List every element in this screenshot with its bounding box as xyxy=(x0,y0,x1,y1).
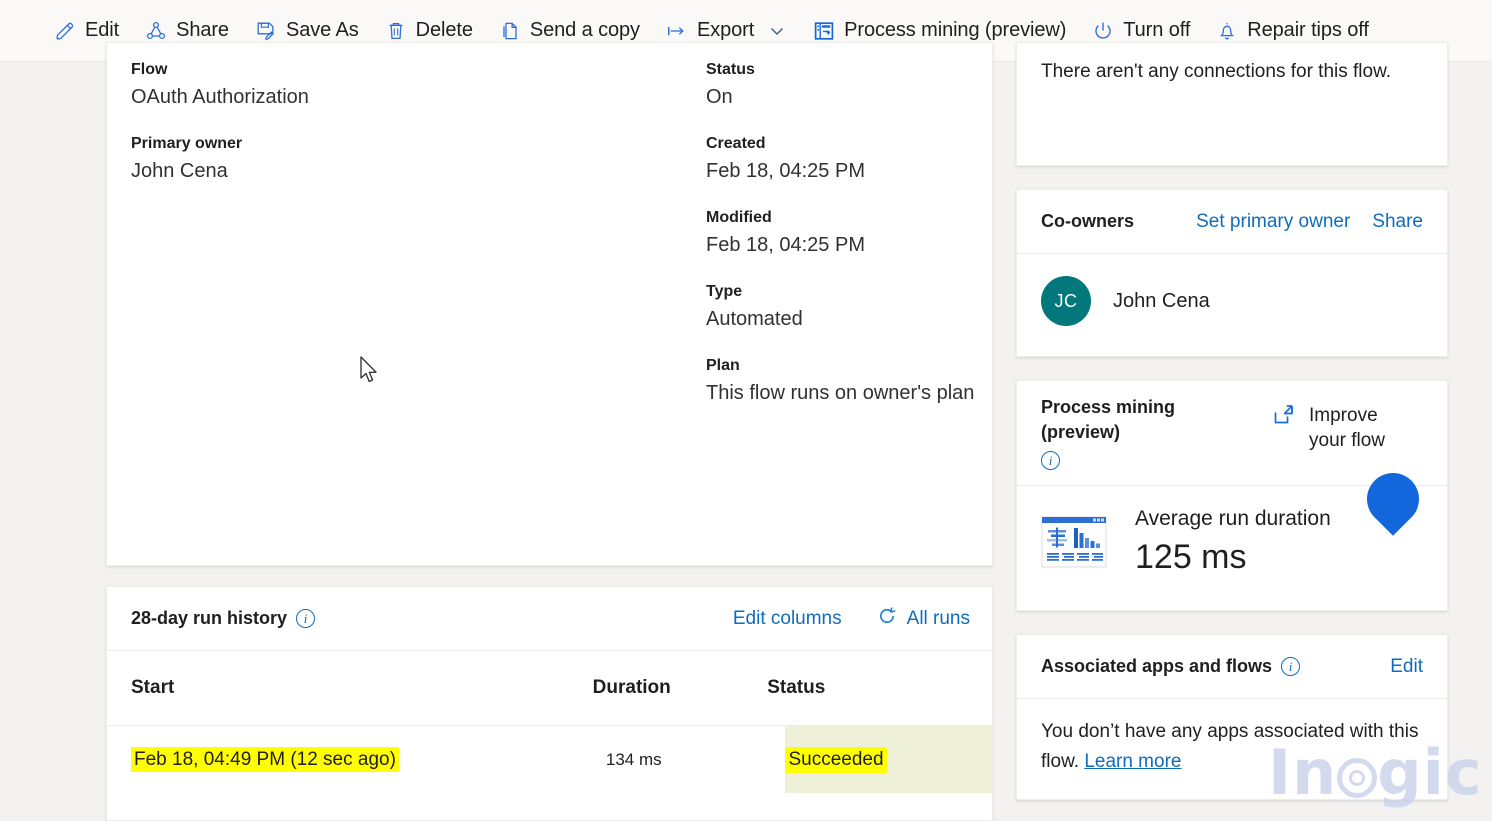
process-mining-header: Process mining (preview) i Improve your … xyxy=(1017,381,1447,486)
copy-icon xyxy=(499,20,521,42)
field-status-value: On xyxy=(706,86,733,108)
field-created-value: Feb 18, 04:25 PM xyxy=(706,160,865,182)
cell-status: Succeeded xyxy=(785,726,992,793)
field-type: Type Automated xyxy=(706,281,976,334)
field-created-label: Created xyxy=(706,135,766,152)
field-modified-label: Modified xyxy=(706,209,772,226)
cell-start[interactable]: Feb 18, 04:49 PM (12 sec ago) xyxy=(131,746,606,772)
table-header-row: Start Duration Status xyxy=(107,651,992,725)
process-mining-label: Process mining (preview) xyxy=(844,19,1067,41)
export-icon xyxy=(666,20,688,42)
field-modified: Modified Feb 18, 04:25 PM xyxy=(706,207,976,260)
process-mining-title-wrap: Process mining (preview) i xyxy=(1041,395,1241,470)
run-start-value: Feb 18, 04:49 PM (12 sec ago) xyxy=(131,746,399,772)
cell-duration: 134 ms xyxy=(606,750,786,770)
process-mining-title: Process mining (preview) xyxy=(1041,397,1176,442)
connections-empty-text: There aren't any connections for this fl… xyxy=(1041,61,1392,82)
process-mining-icon xyxy=(813,20,835,42)
process-mining-panel: Process mining (preview) i Improve your … xyxy=(1016,380,1448,611)
turn-off-label: Turn off xyxy=(1123,19,1191,41)
save-as-icon xyxy=(255,20,277,42)
right-rail: There aren't any connections for this fl… xyxy=(1016,42,1448,821)
info-icon[interactable]: i xyxy=(1041,451,1060,470)
run-duration-value: 134 ms xyxy=(605,749,662,769)
repair-tips-off-label: Repair tips off xyxy=(1247,19,1369,41)
status-badge: Succeeded xyxy=(785,746,887,773)
field-created: Created Feb 18, 04:25 PM xyxy=(706,133,976,186)
save-as-label: Save As xyxy=(285,19,359,41)
coowners-header: Co-owners Set primary owner Share xyxy=(1017,190,1447,254)
edit-columns-link[interactable]: Edit columns xyxy=(733,608,842,630)
associated-apps-body: You don’t have any apps associated with … xyxy=(1017,699,1447,799)
run-history-title: 28-day run history xyxy=(131,608,288,628)
flow-details-card: Flow OAuth Authorization Primary owner J… xyxy=(106,42,993,566)
field-flow-label: Flow xyxy=(131,61,168,78)
associated-apps-header: Associated apps and flows i Edit xyxy=(1017,635,1447,699)
power-icon xyxy=(1092,20,1114,42)
coowner-list-item[interactable]: JC John Cena xyxy=(1017,254,1447,356)
chevron-down-icon[interactable] xyxy=(767,21,787,41)
associated-apps-title: Associated apps and flows xyxy=(1041,656,1273,676)
run-history-card: 28-day run history i Edit columns All ru… xyxy=(106,586,993,821)
table-row[interactable]: Feb 18, 04:49 PM (12 sec ago) 134 ms Suc… xyxy=(107,725,992,793)
share-icon xyxy=(145,20,167,42)
process-mining-metric: Average run duration 125 ms xyxy=(1135,504,1331,580)
field-status-label: Status xyxy=(706,61,755,78)
column-header-start[interactable]: Start xyxy=(131,677,593,699)
delete-label: Delete xyxy=(415,19,473,41)
info-icon[interactable]: i xyxy=(296,609,316,628)
details-left-column: Flow OAuth Authorization Primary owner J… xyxy=(131,59,651,207)
run-history-table: Start Duration Status Feb 18, 04:49 PM (… xyxy=(107,651,992,793)
field-flow-value: OAuth Authorization xyxy=(131,86,309,108)
flow-details-page: Edit Share Save As Delete Send a copy Ex… xyxy=(0,0,1492,821)
field-primary-owner: Primary owner John Cena xyxy=(131,133,651,186)
all-runs-button[interactable]: All runs xyxy=(876,605,970,632)
share-link[interactable]: Share xyxy=(1372,211,1423,233)
field-plan-value: This flow runs on owner's plan xyxy=(706,382,975,404)
field-primary-owner-label: Primary owner xyxy=(131,135,243,152)
run-history-header: 28-day run history i Edit columns All ru… xyxy=(107,587,992,651)
set-primary-owner-link[interactable]: Set primary owner xyxy=(1196,211,1350,233)
export-label: Export xyxy=(696,19,755,41)
refresh-icon xyxy=(876,605,898,632)
coowners-panel: Co-owners Set primary owner Share JC Joh… xyxy=(1016,189,1448,357)
coowners-title: Co-owners xyxy=(1041,211,1135,231)
field-type-label: Type xyxy=(706,283,743,300)
average-run-duration-value: 125 ms xyxy=(1135,538,1247,576)
pencil-icon xyxy=(54,20,76,42)
improve-your-flow-button[interactable]: Improve your flow xyxy=(1271,395,1419,453)
trash-icon xyxy=(385,20,407,42)
field-modified-value: Feb 18, 04:25 PM xyxy=(706,234,865,256)
column-header-duration[interactable]: Duration xyxy=(593,677,768,699)
details-right-column: Status On Created Feb 18, 04:25 PM Modif… xyxy=(706,59,976,429)
edit-label: Edit xyxy=(85,19,120,41)
avatar: JC xyxy=(1041,276,1091,326)
field-flow: Flow OAuth Authorization xyxy=(131,59,651,112)
all-runs-label: All runs xyxy=(906,607,970,629)
share-label: Share xyxy=(176,19,229,41)
bell-icon xyxy=(1216,20,1238,42)
learn-more-link[interactable]: Learn more xyxy=(1084,751,1181,772)
open-external-icon xyxy=(1271,403,1297,434)
connections-panel: There aren't any connections for this fl… xyxy=(1016,42,1448,166)
analytics-thumbnail-icon xyxy=(1041,516,1107,568)
field-primary-owner-value: John Cena xyxy=(131,160,228,182)
coowner-name: John Cena xyxy=(1113,289,1210,312)
field-type-value: Automated xyxy=(706,308,803,330)
info-icon[interactable]: i xyxy=(1281,657,1301,676)
field-status: Status On xyxy=(706,59,976,112)
send-a-copy-label: Send a copy xyxy=(529,19,640,41)
edit-link[interactable]: Edit xyxy=(1390,656,1423,678)
improve-your-flow-label: Improve your flow xyxy=(1309,405,1386,451)
column-header-status[interactable]: Status xyxy=(767,677,968,699)
field-plan: Plan This flow runs on owner's plan xyxy=(706,355,976,408)
average-run-duration-label: Average run duration xyxy=(1135,507,1331,530)
field-plan-label: Plan xyxy=(706,357,740,374)
associated-apps-panel: Associated apps and flows i Edit You don… xyxy=(1016,634,1448,800)
